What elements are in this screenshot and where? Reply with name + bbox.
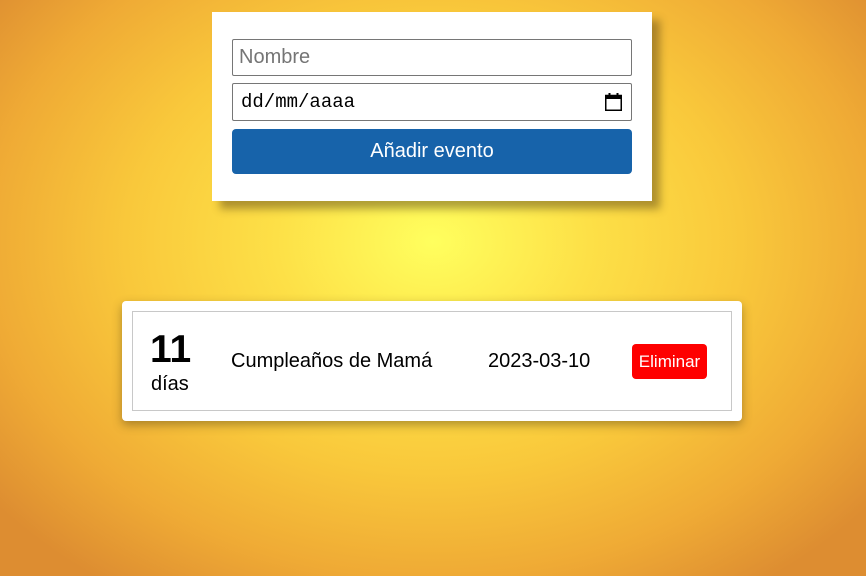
add-event-button[interactable]: Añadir evento xyxy=(232,129,632,174)
event-name: Cumpleaños de Mamá xyxy=(231,350,433,372)
delete-button[interactable]: Eliminar xyxy=(632,344,707,379)
events-list: 11 días Cumpleaños de Mamá 2023-03-10 El… xyxy=(122,301,742,421)
event-item: 11 días Cumpleaños de Mamá 2023-03-10 El… xyxy=(132,311,732,411)
date-placeholder: dd/mm/aaaa xyxy=(241,91,356,113)
date-input[interactable]: dd/mm/aaaa xyxy=(232,83,632,121)
days-remaining: 11 xyxy=(150,328,192,371)
name-input[interactable] xyxy=(232,39,632,76)
event-date: 2023-03-10 xyxy=(488,350,591,372)
days-label: días xyxy=(151,373,189,395)
calendar-icon[interactable] xyxy=(605,93,622,111)
event-form: dd/mm/aaaa Añadir evento xyxy=(212,12,652,201)
